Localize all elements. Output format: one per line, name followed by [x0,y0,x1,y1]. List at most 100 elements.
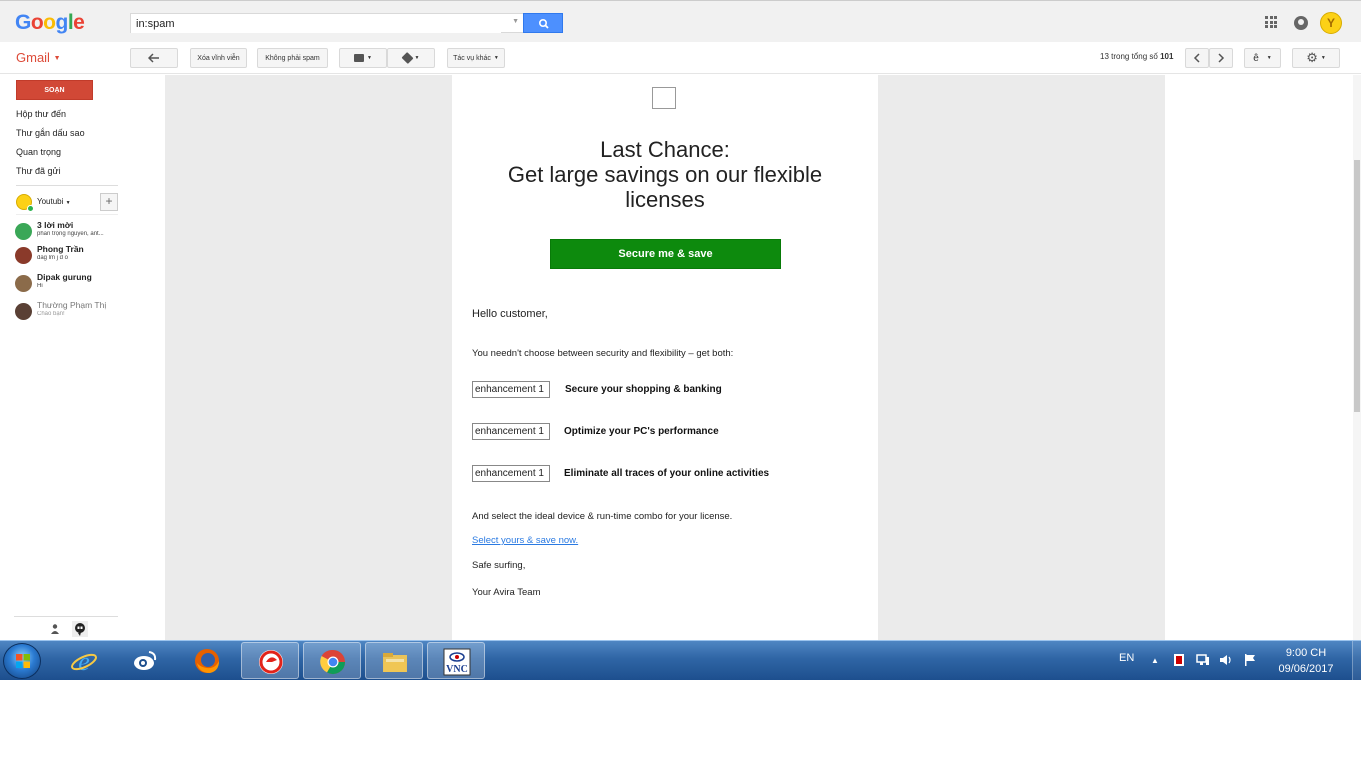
sidebar-item-starred[interactable]: Thư gắn dấu sao [16,128,85,138]
feature-image: enhancement 1 [472,381,550,398]
chevron-left-icon [1193,53,1200,63]
chevron-down-icon: ▼ [493,55,499,61]
feature-image: enhancement 1 [472,423,550,440]
search-input[interactable] [131,15,501,33]
hangouts-icon[interactable] [72,621,88,637]
divider [16,185,118,186]
secure-save-button[interactable]: Secure me & save [550,239,781,269]
sidebar-item-important[interactable]: Quan trọng [16,147,61,157]
labels-button[interactable]: ▼ [387,48,435,68]
input-tools-label: ê [1253,52,1259,64]
sidebar-item-inbox[interactable]: Hộp thư đến [16,109,66,119]
count-total: 101 [1160,52,1174,61]
contact-message: phan trọng nguyễn, ant... [37,231,104,237]
contact-message: dag lm j d o [37,255,69,261]
more-actions-button[interactable]: Tác vụ khác ▼ [447,48,505,68]
taskbar-weibo[interactable] [116,642,174,679]
svg-text:e: e [78,647,90,675]
taskbar-garena[interactable] [241,642,299,679]
settings-button[interactable]: ⚙ ▼ [1292,48,1340,68]
gear-icon: ⚙ [1306,50,1318,65]
taskbar-firefox[interactable] [178,642,236,679]
contact-item[interactable]: Thường Phạm Thị Chào bạn! [15,300,125,324]
search-button[interactable] [523,13,563,33]
taskbar-internet-explorer[interactable]: e [55,642,113,679]
clock-time[interactable]: 9:00 CH [1283,647,1329,659]
show-hidden-icons[interactable]: ▲ [1151,656,1159,665]
sidebar-item-sent[interactable]: Thư đã gửi [16,166,61,176]
older-button[interactable] [1185,48,1209,68]
folder-icon [383,653,407,672]
folder-icon [354,54,365,62]
chevron-down-icon: ▼ [53,55,61,63]
screen: Google ▼ Y Gmail ▼ Xóa vĩnh viễn Không p… [0,0,1366,768]
compose-button[interactable]: SOẠN [16,80,93,100]
count-prefix: 13 trong tổng số [1100,52,1158,61]
apps-grid-icon[interactable] [1265,16,1277,28]
search-options-icon[interactable]: ▼ [512,18,519,25]
network-icon[interactable] [1196,653,1210,667]
greeting-text: Hello customer, [472,308,548,320]
person-icon[interactable] [50,623,60,635]
taskbar-file-explorer[interactable] [365,642,423,679]
email-headline: Last Chance: Get large savings on our fl… [472,137,858,212]
input-tools-button[interactable]: ê ▼ [1244,48,1281,68]
action-center-flag-icon[interactable] [1243,653,1257,667]
chevron-down-icon: ▼ [367,55,372,61]
feature-text: Secure your shopping & banking [565,384,722,395]
delete-forever-button[interactable]: Xóa vĩnh viễn [190,48,247,68]
svg-text:VNC: VNC [446,664,468,675]
arrow-left-icon [148,53,159,63]
notifications-icon[interactable] [1294,16,1308,30]
invites-icon [15,223,32,240]
logo-letter: o [30,11,44,34]
contact-item[interactable]: 3 lời mời phan trọng nguyễn, ant... [15,220,125,244]
sidebar: SOẠN Hộp thư đến Thư gắn dấu sao Quan tr… [0,75,165,640]
blank-area [0,680,1366,768]
move-to-button[interactable]: ▼ [339,48,387,68]
internet-explorer-icon: e [71,647,97,675]
online-status-icon [27,205,34,212]
contact-item[interactable]: Dipak gurung Hi [15,272,125,296]
taskbar-chrome[interactable] [303,642,361,679]
back-button[interactable] [130,48,178,68]
taskbar-vnc[interactable]: VNC [427,642,485,679]
top-header: Google ▼ Y [0,0,1361,42]
signature-text: Your Avira Team [472,587,541,598]
antivirus-tray-icon[interactable] [1172,653,1186,667]
contact-item[interactable]: Phong Trần dag lm j d o [15,244,125,268]
account-avatar[interactable]: Y [1320,12,1342,34]
select-save-link[interactable]: Select yours & save now. [472,535,578,546]
show-desktop-button[interactable] [1352,641,1361,681]
feature-row: enhancement 1 Eliminate all traces of yo… [472,465,872,483]
hangouts-footer [14,616,118,640]
language-indicator[interactable]: EN [1119,652,1134,664]
clock-date[interactable]: 09/06/2017 [1273,663,1339,675]
feature-text: Optimize your PC's performance [564,426,719,437]
pagination-count: 13 trong tổng số 101 [1100,52,1173,61]
gmail-menu[interactable]: Gmail ▼ [16,50,61,65]
contact-message: Chào bạn! [37,311,65,317]
email-body: Last Chance: Get large savings on our fl… [452,75,878,640]
hangouts-user-label: Youtubi [37,197,64,206]
not-spam-button[interactable]: Không phải spam [257,48,328,68]
contact-name: Thường Phạm Thị [37,300,107,310]
google-logo[interactable]: Google [15,11,85,35]
search-box: ▼ [130,13,524,33]
firefox-icon [195,649,219,673]
intro-text: You needn't choose between security and … [472,348,734,359]
tag-icon [401,51,414,65]
divider [16,214,118,215]
newer-button[interactable] [1209,48,1233,68]
chevron-down-icon: ▼ [1320,55,1326,61]
new-conversation-button[interactable]: + [100,193,118,211]
closing-text: Safe surfing, [472,560,526,571]
volume-icon[interactable] [1219,653,1233,667]
scrollbar-thumb[interactable] [1354,160,1360,412]
select-text: And select the ideal device & run-time c… [472,511,733,522]
start-button[interactable] [3,643,41,679]
windows-taskbar: e VNC EN ▲ 9:00 CH 09/06/2017 [0,640,1361,681]
feature-row: enhancement 1 Secure your shopping & ban… [472,381,872,399]
contact-name: Phong Trần [37,244,84,254]
more-actions-label: Tác vụ khác [453,54,491,62]
